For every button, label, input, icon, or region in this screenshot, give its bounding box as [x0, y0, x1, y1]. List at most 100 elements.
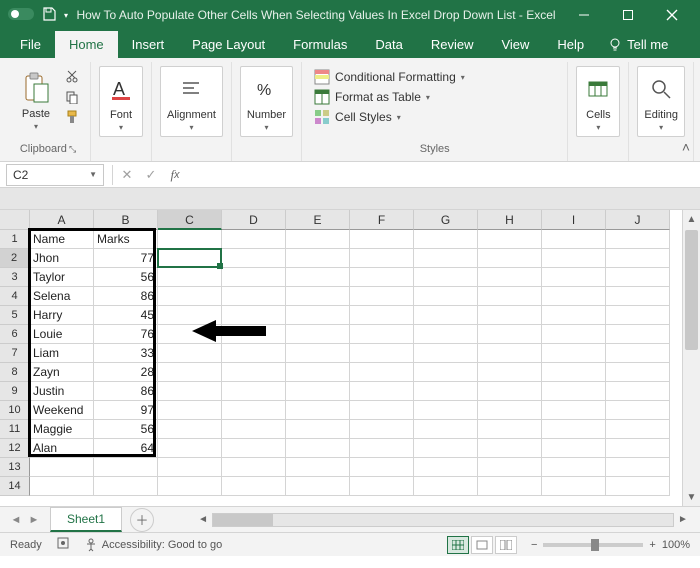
cell[interactable]	[158, 458, 222, 477]
cell[interactable]	[478, 420, 542, 439]
cell[interactable]	[158, 401, 222, 420]
cell[interactable]	[606, 325, 670, 344]
cell[interactable]: 28	[94, 363, 158, 382]
cell[interactable]	[606, 439, 670, 458]
cell[interactable]	[158, 420, 222, 439]
cell[interactable]	[606, 363, 670, 382]
cell[interactable]	[158, 325, 222, 344]
cell[interactable]	[286, 477, 350, 496]
select-all-corner[interactable]	[0, 210, 30, 230]
row-header[interactable]: 2	[0, 249, 30, 268]
scroll-up-icon[interactable]: ▲	[683, 210, 700, 228]
cell[interactable]	[478, 306, 542, 325]
cell[interactable]	[606, 458, 670, 477]
cell[interactable]	[222, 230, 286, 249]
cell[interactable]: Zayn	[30, 363, 94, 382]
cell[interactable]	[478, 249, 542, 268]
cell[interactable]	[30, 458, 94, 477]
cell[interactable]	[94, 477, 158, 496]
cell[interactable]	[158, 477, 222, 496]
cell[interactable]	[158, 344, 222, 363]
cell[interactable]	[606, 344, 670, 363]
cell[interactable]: Louie	[30, 325, 94, 344]
cell[interactable]	[222, 420, 286, 439]
cell[interactable]	[478, 458, 542, 477]
paste-button[interactable]: Paste ▾	[14, 66, 58, 135]
cell[interactable]	[542, 268, 606, 287]
close-button[interactable]	[652, 0, 692, 30]
col-header[interactable]: D	[222, 210, 286, 230]
col-header[interactable]: B	[94, 210, 158, 230]
col-header[interactable]: H	[478, 210, 542, 230]
cell[interactable]: Jhon	[30, 249, 94, 268]
vscroll-thumb[interactable]	[685, 230, 698, 350]
cell[interactable]	[350, 439, 414, 458]
cell[interactable]: Weekend	[30, 401, 94, 420]
row-header[interactable]: 1	[0, 230, 30, 249]
cell[interactable]	[606, 401, 670, 420]
cell[interactable]	[222, 477, 286, 496]
row-header[interactable]: 4	[0, 287, 30, 306]
row-header[interactable]: 12	[0, 439, 30, 458]
tell-me-search[interactable]: Tell me	[598, 31, 678, 58]
sheet-tab-active[interactable]: Sheet1	[50, 507, 122, 532]
scroll-right-icon[interactable]: ►	[674, 514, 692, 525]
sheet-nav[interactable]: ◄►	[0, 514, 50, 526]
collapse-ribbon-button[interactable]: ˄	[682, 139, 690, 155]
cell[interactable]	[222, 439, 286, 458]
cell[interactable]	[478, 230, 542, 249]
cell[interactable]	[542, 439, 606, 458]
cell[interactable]	[350, 306, 414, 325]
cell[interactable]	[350, 420, 414, 439]
cell[interactable]	[350, 325, 414, 344]
cell[interactable]	[158, 306, 222, 325]
format-painter-button[interactable]	[62, 108, 82, 126]
cell[interactable]	[414, 382, 478, 401]
zoom-in-button[interactable]: +	[649, 539, 655, 551]
cell[interactable]: Maggie	[30, 420, 94, 439]
cell[interactable]	[542, 401, 606, 420]
conditional-formatting-button[interactable]: Conditional Formatting ▾	[310, 68, 469, 86]
cell[interactable]: 64	[94, 439, 158, 458]
tab-view[interactable]: View	[487, 31, 543, 58]
maximize-button[interactable]	[608, 0, 648, 30]
cell[interactable]	[350, 268, 414, 287]
cell[interactable]	[286, 287, 350, 306]
cell[interactable]	[350, 363, 414, 382]
scroll-left-icon[interactable]: ◄	[194, 514, 212, 525]
cell[interactable]	[350, 382, 414, 401]
cell[interactable]	[286, 420, 350, 439]
cell[interactable]	[222, 287, 286, 306]
cell[interactable]: Harry	[30, 306, 94, 325]
macro-record-icon[interactable]	[56, 536, 70, 553]
cell[interactable]	[542, 477, 606, 496]
view-page-layout-button[interactable]	[471, 536, 493, 554]
cell[interactable]	[606, 230, 670, 249]
cell[interactable]	[222, 382, 286, 401]
number-button[interactable]: % Number ▾	[240, 66, 293, 137]
cell[interactable]	[350, 249, 414, 268]
cell[interactable]	[606, 382, 670, 401]
editing-button[interactable]: Editing ▾	[637, 66, 685, 137]
cell[interactable]	[286, 458, 350, 477]
col-header[interactable]: F	[350, 210, 414, 230]
cell[interactable]	[414, 363, 478, 382]
alignment-button[interactable]: Alignment ▾	[160, 66, 223, 137]
row-header[interactable]: 13	[0, 458, 30, 477]
cell[interactable]	[606, 249, 670, 268]
enter-formula-button[interactable]: ✓	[139, 167, 163, 183]
cell[interactable]	[542, 287, 606, 306]
cell[interactable]	[542, 458, 606, 477]
cell[interactable]	[478, 401, 542, 420]
cells-area[interactable]: NameMarksJhon77Taylor56Selena86Harry45Lo…	[30, 230, 670, 496]
cell[interactable]	[350, 344, 414, 363]
cell[interactable]: 45	[94, 306, 158, 325]
formula-input[interactable]	[187, 164, 700, 186]
cell[interactable]	[606, 420, 670, 439]
row-header[interactable]: 11	[0, 420, 30, 439]
tab-formulas[interactable]: Formulas	[279, 31, 361, 58]
cell[interactable]	[158, 439, 222, 458]
cell[interactable]	[222, 325, 286, 344]
row-header[interactable]: 14	[0, 477, 30, 496]
cell[interactable]	[606, 477, 670, 496]
